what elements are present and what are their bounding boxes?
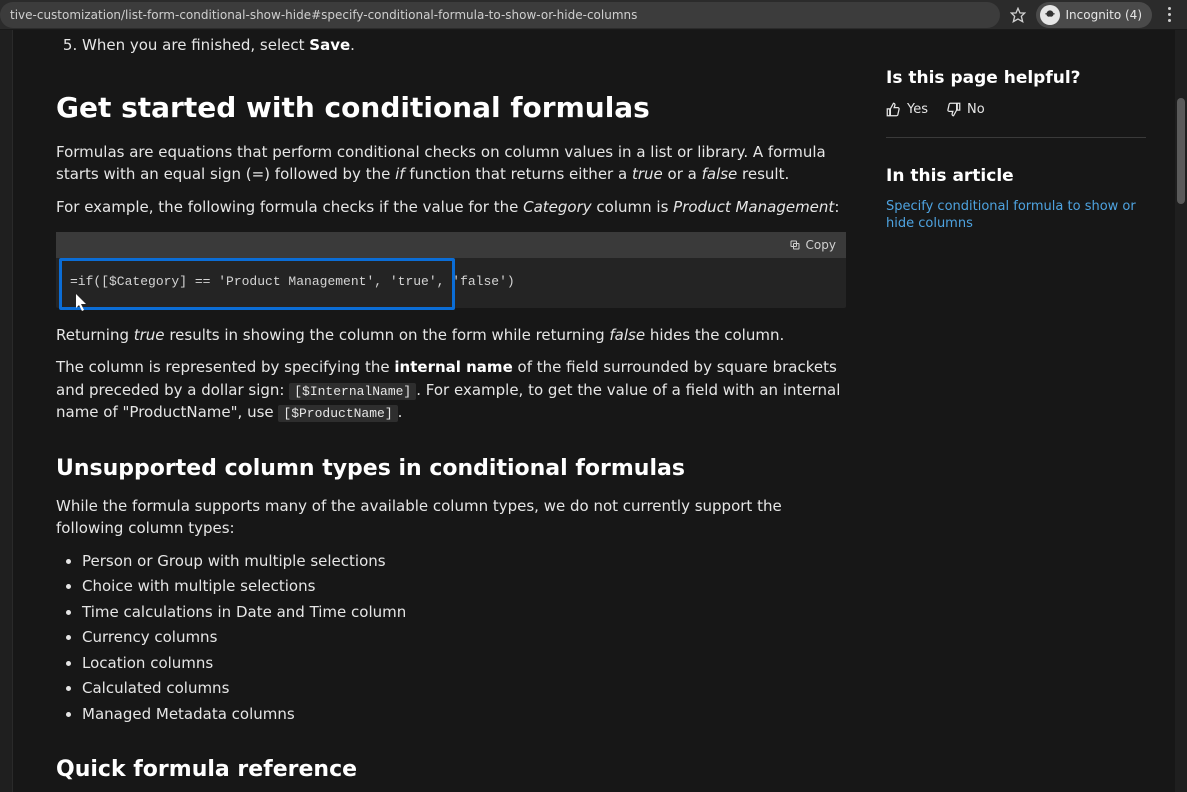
list-item: Person or Group with multiple selections	[82, 550, 846, 573]
in-this-article-heading: In this article	[886, 164, 1146, 190]
browser-toolbar: tive-customization/list-form-conditional…	[0, 0, 1187, 30]
feedback-row: Yes No	[886, 100, 1146, 120]
copy-icon	[789, 239, 801, 251]
url-text: tive-customization/list-form-conditional…	[10, 6, 637, 24]
copy-button[interactable]: Copy	[789, 236, 836, 254]
article-main: When you are finished, select Save. Get …	[56, 30, 846, 792]
list-item: Time calculations in Date and Time colum…	[82, 601, 846, 624]
incognito-label: Incognito (4)	[1066, 6, 1143, 24]
feedback-no-button[interactable]: No	[946, 100, 985, 120]
thumbs-down-icon	[946, 102, 961, 117]
list-item: Managed Metadata columns	[82, 703, 846, 726]
right-sidebar: Is this page helpful? Yes No In this art…	[886, 30, 1146, 792]
paragraph: Formulas are equations that perform cond…	[56, 141, 846, 186]
incognito-badge[interactable]: Incognito (4)	[1036, 2, 1153, 28]
browser-menu-button[interactable]	[1162, 3, 1177, 26]
paragraph: While the formula supports many of the a…	[56, 495, 846, 540]
paragraph: Returning true results in showing the co…	[56, 324, 846, 347]
list-item: Location columns	[82, 652, 846, 675]
helpful-heading: Is this page helpful?	[886, 66, 1146, 92]
steps-list: When you are finished, select Save.	[56, 34, 846, 57]
feedback-yes-button[interactable]: Yes	[886, 100, 928, 120]
paragraph: The column is represented by specifying …	[56, 356, 846, 424]
heading-unsupported: Unsupported column types in conditional …	[56, 452, 846, 485]
unsupported-list: Person or Group with multiple selections…	[56, 550, 846, 726]
inline-code: [$ProductName]	[278, 405, 397, 422]
list-item: Currency columns	[82, 626, 846, 649]
code-content[interactable]: =if([$Category] == 'Product Management',…	[56, 258, 846, 308]
page-viewport: When you are finished, select Save. Get …	[0, 30, 1187, 792]
incognito-icon	[1040, 5, 1060, 25]
bookmark-star-icon[interactable]	[1010, 7, 1026, 23]
code-block: Copy =if([$Category] == 'Product Managem…	[56, 232, 846, 308]
paragraph: For example, the following formula check…	[56, 196, 846, 219]
list-item: Choice with multiple selections	[82, 575, 846, 598]
address-bar[interactable]: tive-customization/list-form-conditional…	[0, 2, 1000, 28]
toc-link-specify-formula[interactable]: Specify conditional formula to show or h…	[886, 198, 1146, 233]
inline-code: [$InternalName]	[289, 383, 416, 400]
heading-quick-reference: Quick formula reference	[56, 753, 846, 786]
list-item: When you are finished, select Save.	[82, 34, 846, 57]
heading-get-started: Get started with conditional formulas	[56, 87, 846, 129]
browser-toolbar-right: Incognito (4)	[1004, 2, 1187, 28]
thumbs-up-icon	[886, 102, 901, 117]
list-item: Calculated columns	[82, 677, 846, 700]
